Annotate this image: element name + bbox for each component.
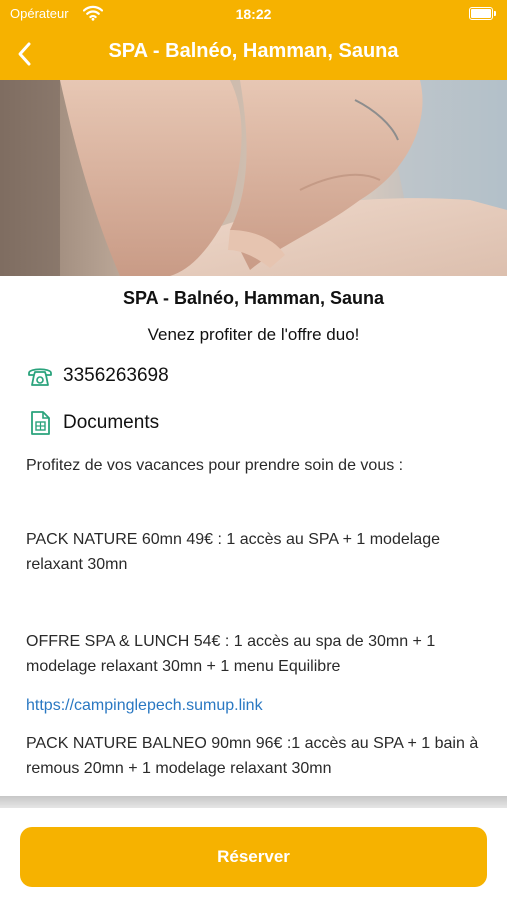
detail-subtitle: Venez profiter de l'offre duo! (147, 325, 360, 344)
top-bar: Opérateur 18:22 SPA - Balnéo, Hamman, Sa… (0, 0, 507, 80)
documents-row[interactable]: Documents (26, 409, 159, 437)
spa-lunch-text: OFFRE SPA & LUNCH 54€ : 1 accès au spa d… (26, 633, 436, 675)
document-icon (26, 409, 54, 437)
phone-number: 3356263698 (63, 365, 169, 386)
status-bar: Opérateur 18:22 (0, 0, 507, 28)
reserve-button[interactable]: Réserver (20, 827, 487, 887)
back-button[interactable] (8, 36, 44, 72)
chevron-left-icon (18, 42, 31, 66)
status-time: 18:22 (235, 6, 272, 22)
phone-icon (26, 362, 54, 390)
sumup-link[interactable]: https://campinglepech.sumup.link (26, 693, 496, 718)
hero-image (0, 80, 507, 276)
detail-title: SPA - Balnéo, Hamman, Sauna (122, 288, 385, 308)
pack-balneo-text: PACK NATURE BALNEO 90mn 96€ :1 accès au … (26, 735, 479, 777)
nav-title: SPA - Balnéo, Hamman, Sauna (108, 40, 399, 62)
battery-icon (469, 7, 496, 20)
pack-nature-text: PACK NATURE 60mn 49€ : 1 accès au SPA + … (26, 531, 440, 573)
documents-label: Documents (63, 412, 160, 433)
phone-row[interactable]: 3356263698 (26, 362, 169, 390)
intro-text: Profitez de vos vacances pour prendre so… (26, 457, 404, 474)
